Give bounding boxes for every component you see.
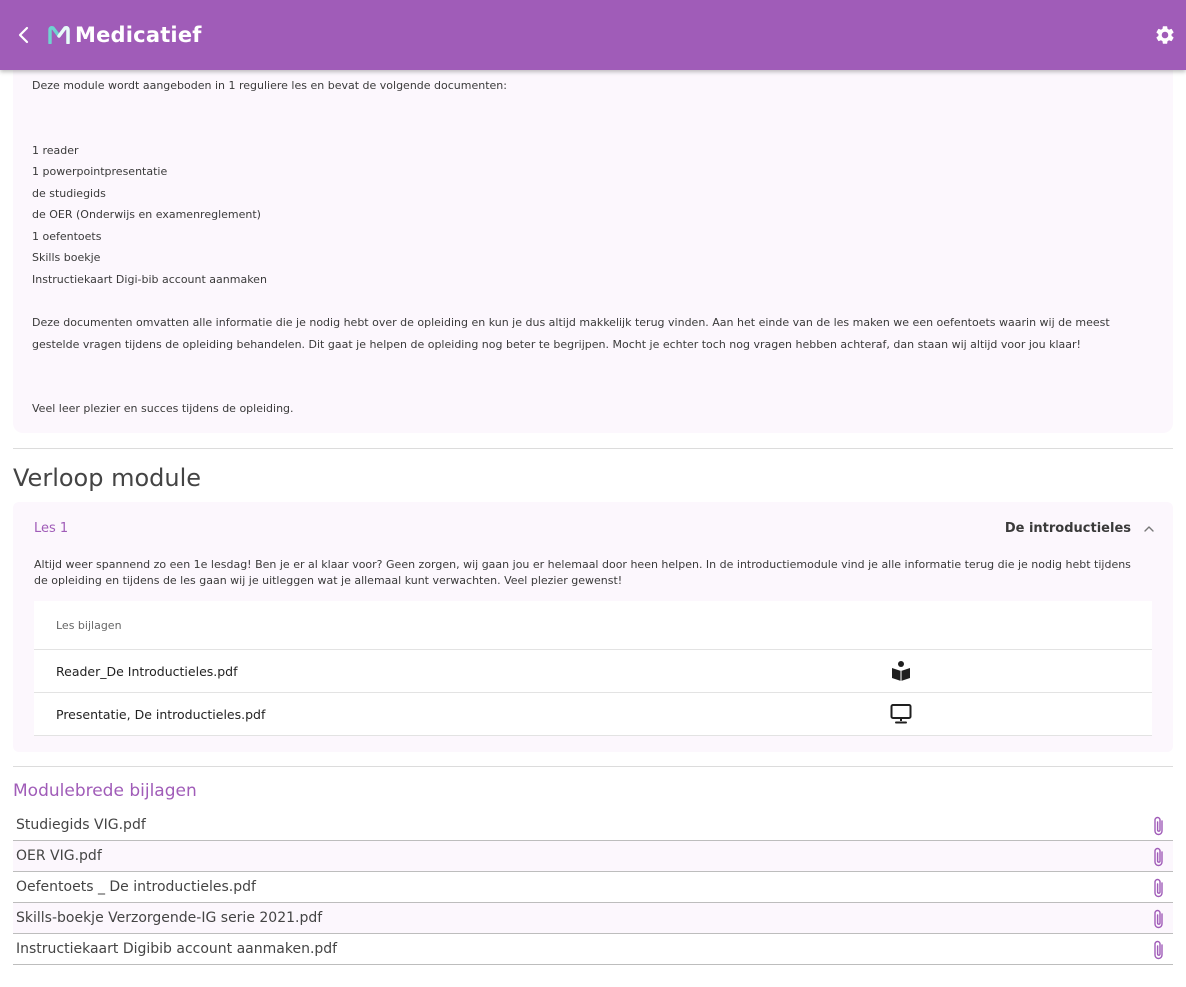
app-header: Medicatief	[0, 0, 1186, 70]
paperclip-icon[interactable]	[1152, 846, 1166, 868]
reader-icon	[892, 661, 910, 681]
document-item: 1 powerpointpresentatie	[32, 165, 168, 178]
collapse-button[interactable]	[1142, 521, 1156, 535]
les-attachments-table: Les bijlagen Reader_De Introductieles.pd…	[34, 601, 1152, 736]
monitor-icon	[890, 704, 912, 724]
module-attachment-row[interactable]: Studiegids VIG.pdf	[13, 810, 1173, 841]
module-attachment-row[interactable]: Skills-boekje Verzorgende-IG serie 2021.…	[13, 903, 1173, 934]
document-item: Instructiekaart Digi-bib account aanmake…	[32, 273, 267, 286]
section-divider	[13, 766, 1173, 767]
attachment-name: Oefentoets _ De introductieles.pdf	[16, 879, 256, 895]
attachment-name: Studiegids VIG.pdf	[16, 817, 146, 833]
attachment-name: OER VIG.pdf	[16, 848, 102, 864]
chevron-left-icon	[18, 26, 29, 44]
document-item: de OER (Onderwijs en examenreglement)	[32, 208, 261, 221]
document-item: 1 oefentoets	[32, 230, 102, 243]
back-button[interactable]	[6, 17, 42, 53]
les-attachment-row[interactable]: Presentatie, De introductieles.pdf	[34, 693, 1152, 736]
verloop-module-title: Verloop module	[13, 464, 202, 492]
app-brand-name: Medicatief	[75, 23, 202, 47]
module-attachment-row[interactable]: Instructiekaart Digibib account aanmaken…	[13, 934, 1173, 965]
les-number[interactable]: Les 1	[34, 521, 68, 536]
les-description: Altijd weer spannend zo een 1e lesdag! B…	[34, 558, 1131, 587]
attachment-name: Instructiekaart Digibib account aanmaken…	[16, 941, 338, 957]
paperclip-icon[interactable]	[1152, 908, 1166, 930]
document-item: de studiegids	[32, 187, 106, 200]
intro-paragraph: Deze documenten omvatten alle informatie…	[32, 316, 1110, 351]
gear-icon	[1156, 26, 1174, 44]
document-item: 1 reader	[32, 144, 79, 157]
app-logo: Medicatief	[48, 23, 202, 47]
intro-closing: Veel leer plezier en succes tijdens de o…	[32, 402, 294, 415]
les-attachments-header: Les bijlagen	[34, 601, 1152, 650]
attachment-name: Presentatie, De introductieles.pdf	[56, 706, 266, 722]
module-attachments-title: Modulebrede bijlagen	[13, 781, 197, 801]
paperclip-icon[interactable]	[1152, 939, 1166, 961]
module-intro-card: Deze module wordt aangeboden in 1 reguli…	[13, 64, 1173, 433]
les-attachment-row[interactable]: Reader_De Introductieles.pdf	[34, 650, 1152, 693]
section-divider	[13, 448, 1173, 449]
settings-button[interactable]	[1154, 24, 1176, 46]
paperclip-icon[interactable]	[1152, 877, 1166, 899]
document-item: Skills boekje	[32, 251, 101, 264]
intro-lead: Deze module wordt aangeboden in 1 reguli…	[32, 79, 507, 92]
chevron-up-icon	[1144, 526, 1154, 532]
module-attachment-row[interactable]: OER VIG.pdf	[13, 841, 1173, 872]
module-attachments-list: Studiegids VIG.pdf OER VIG.pdf Oefentoet…	[13, 810, 1173, 965]
logo-mark-icon	[48, 26, 70, 44]
paperclip-icon[interactable]	[1152, 815, 1166, 837]
attachment-name: Skills-boekje Verzorgende-IG serie 2021.…	[16, 910, 323, 926]
attachment-name: Reader_De Introductieles.pdf	[56, 663, 238, 679]
module-attachment-row[interactable]: Oefentoets _ De introductieles.pdf	[13, 872, 1173, 903]
les-title[interactable]: De introductieles	[1005, 521, 1131, 536]
les-panel: Les 1 De introductieles Altijd weer span…	[13, 502, 1173, 752]
